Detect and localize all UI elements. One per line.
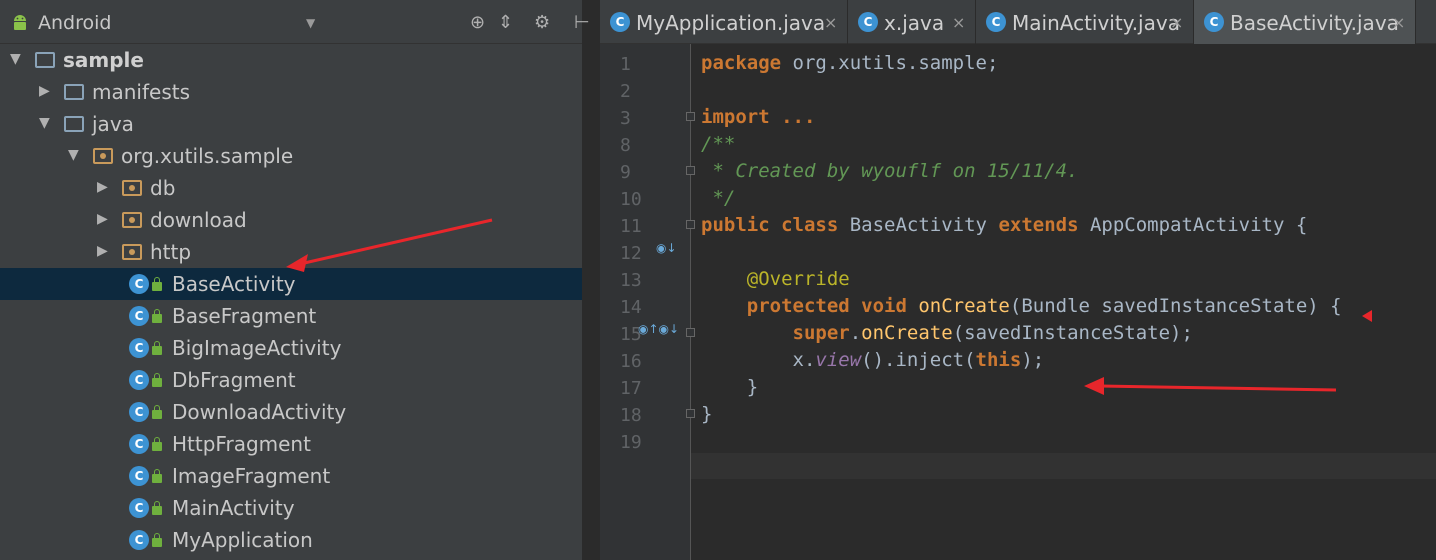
annotation-arrows	[286, 218, 1372, 395]
red-marker-icon	[1362, 310, 1372, 322]
red-arrow-icon	[286, 218, 493, 272]
red-arrow-icon	[1084, 377, 1337, 395]
